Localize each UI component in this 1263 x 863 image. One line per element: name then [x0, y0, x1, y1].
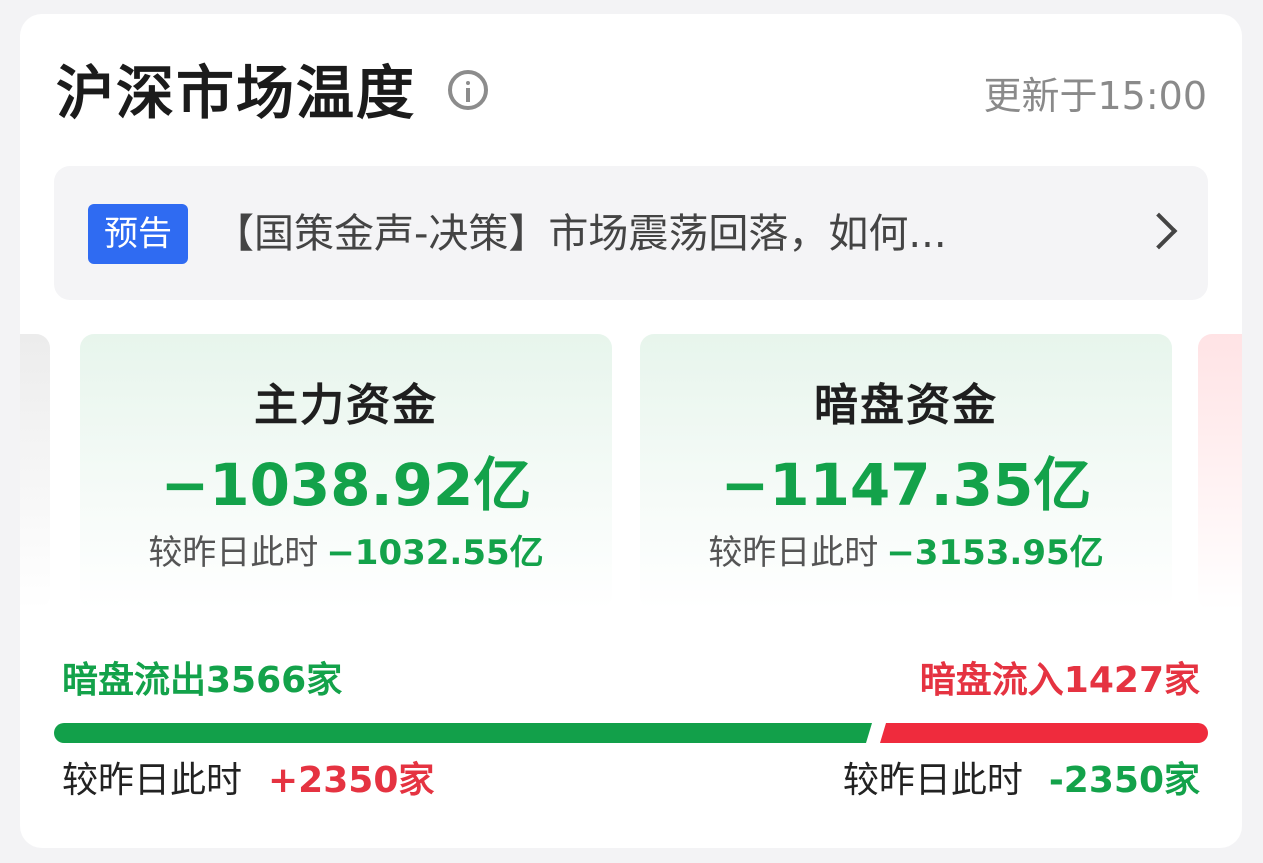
fund-value: −1038.92亿 — [160, 451, 532, 519]
outflow-bar — [54, 723, 872, 743]
inflow-label: 暗盘流入1427家 — [919, 660, 1200, 701]
chevron-right-icon[interactable] — [1140, 212, 1178, 250]
inflow-bar — [880, 723, 1208, 743]
prev-card-peek[interactable] — [20, 334, 50, 610]
notice-banner[interactable]: 预告 【国策金声-决策】市场震荡回落，如何... — [54, 166, 1208, 300]
dark-pool-fund-card[interactable]: 暗盘资金 −1147.35亿 较昨日此时 −3153.95亿 — [640, 334, 1172, 610]
fund-compare-value: −3153.95亿 — [886, 533, 1104, 573]
page-title: 沪深市场温度 — [56, 59, 417, 127]
outflow-compare: 较昨日此时 +2350家 — [62, 756, 434, 806]
inflow-compare-label: 较昨日此时 — [842, 760, 1023, 801]
fund-compare: 较昨日此时 −3153.95亿 — [640, 530, 1172, 576]
fund-value: −1147.35亿 — [720, 451, 1092, 519]
inflow-compare: 较昨日此时 -2350家 — [843, 756, 1200, 806]
fund-compare-value: −1032.55亿 — [326, 533, 544, 573]
outflow-compare-value: +2350家 — [268, 760, 435, 801]
fund-compare-label: 较昨日此时 — [148, 533, 319, 573]
info-icon[interactable] — [448, 70, 488, 110]
next-card-peek[interactable] — [1198, 334, 1242, 610]
outflow-compare-label: 较昨日此时 — [62, 760, 243, 801]
fund-compare-label: 较昨日此时 — [708, 533, 879, 573]
update-time: 更新于15:00 — [983, 74, 1207, 118]
market-temperature-card: 沪深市场温度 更新于15:00 预告 【国策金声-决策】市场震荡回落，如何...… — [20, 14, 1242, 848]
fund-title: 主力资金 — [254, 380, 438, 431]
flow-ratio-bar — [54, 723, 1208, 743]
outflow-label: 暗盘流出3566家 — [62, 660, 343, 701]
notice-badge: 预告 — [88, 204, 188, 264]
inflow-compare-value: -2350家 — [1048, 760, 1200, 801]
fund-compare: 较昨日此时 −1032.55亿 — [80, 530, 612, 576]
fund-title: 暗盘资金 — [814, 380, 998, 431]
main-fund-card[interactable]: 主力资金 −1038.92亿 较昨日此时 −1032.55亿 — [80, 334, 612, 610]
notice-text: 【国策金声-决策】市场震荡回落，如何... — [214, 211, 947, 257]
